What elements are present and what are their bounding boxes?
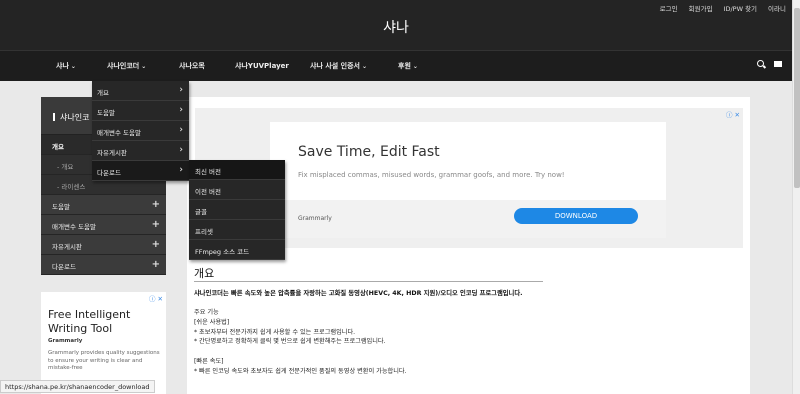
site-header: 로그인 회원가입 ID/PW 찾기 이라니 샤나	[0, 0, 792, 50]
chevron-right-icon: ›	[179, 105, 183, 115]
chevron-right-icon: ›	[179, 165, 183, 175]
ad-footer: Grammarly DOWNLOAD	[270, 200, 666, 238]
chevron-down-icon: ⌄	[361, 63, 367, 70]
text-line: 주요 기능	[194, 309, 219, 316]
sidebar-item-label: - 라이센스	[57, 183, 86, 191]
nav-label: 샤나인코더	[107, 62, 140, 70]
nav-item-shana-omok[interactable]: 샤나오목	[179, 61, 205, 71]
menu-item-download[interactable]: 다운로드 ›	[92, 161, 189, 181]
account-links: 로그인 회원가입 ID/PW 찾기 이라니	[649, 3, 786, 13]
menu-item-help[interactable]: 도움말 ›	[92, 101, 189, 121]
ad-title: Save Time, Edit Fast	[298, 144, 440, 160]
menu-item-latest-version[interactable]: 최신 버전	[189, 160, 285, 180]
sidebar-item-label: 다운로드	[52, 263, 76, 271]
menu-item-fonts[interactable]: 글꼴	[189, 200, 285, 220]
sidebar-item-label: 자유게시판	[52, 243, 82, 251]
chevron-right-icon: ›	[179, 145, 183, 155]
chevron-down-icon: ⌄	[412, 63, 418, 70]
menu-item-label: 도움말	[97, 109, 115, 117]
body-text: 주요 기능 [쉬운 사용법] * 초보자부터 전문가까지 쉽게 사용할 수 있는…	[194, 308, 407, 377]
menu-item-board[interactable]: 자유게시판 ›	[92, 141, 189, 161]
chevron-right-icon: ›	[179, 85, 183, 95]
page-title: 개요	[194, 267, 548, 282]
nav-label: 샤나YUVPlayer	[235, 62, 289, 70]
scrollbar-thumb[interactable]	[794, 8, 800, 188]
nav-label: 샤나	[56, 62, 69, 70]
text-line: * 초보자부터 전문가까지 쉽게 사용할 수 있는 프로그램입니다.	[194, 328, 356, 336]
nav-icons	[757, 60, 782, 69]
page-scrollbar[interactable]	[792, 0, 800, 394]
login-link[interactable]: 로그인	[660, 3, 678, 13]
sidebar-ad[interactable]: ⓘ ✕ Free Intelligent Writing Tool Gramma…	[41, 292, 166, 394]
ad-choices-icon[interactable]: ⓘ ✕	[726, 109, 740, 119]
menu-item-label: 다운로드	[97, 169, 121, 177]
text-line: * 간단명료하고 정확하게 클릭 몇 번으로 쉽게 변환해주는 프로그램입니다.	[194, 338, 386, 346]
sidebar-item-board[interactable]: 자유게시판 +	[41, 235, 166, 255]
extra-link[interactable]: 이라니	[768, 3, 786, 13]
menu-item-label: 매개변수 도움말	[97, 129, 141, 137]
chevron-down-icon: ⌄	[70, 63, 76, 70]
find-id-pw-link[interactable]: ID/PW 찾기	[724, 3, 758, 13]
plus-icon[interactable]: +	[152, 259, 160, 270]
ad-choices-icon[interactable]: ⓘ ✕	[149, 293, 163, 303]
nav-item-shana-encoder[interactable]: 샤나인코더 ⌄	[107, 61, 146, 71]
download-submenu: 최신 버전 이전 버전 글꼴 프리셋 FFmpeg 소스 코드	[189, 160, 285, 260]
plus-icon[interactable]: +	[152, 199, 160, 210]
ad-subtitle: Fix misplaced commas, misused words, gra…	[298, 171, 565, 179]
signup-link[interactable]: 회원가입	[689, 3, 713, 13]
nav-label: 샤나오목	[179, 62, 205, 70]
text-line: [빠른 속도]	[194, 357, 224, 365]
ad-title: Free Intelligent Writing Tool	[48, 308, 131, 335]
nav-item-certificate[interactable]: 샤나 사설 인증서 ⌄	[310, 61, 367, 71]
ad-brand: Grammarly	[48, 338, 83, 344]
menu-item-previous-version[interactable]: 이전 버전	[189, 180, 285, 200]
download-button[interactable]: DOWNLOAD	[514, 208, 638, 224]
site-logo[interactable]: 샤나	[0, 17, 792, 37]
nav-label: 후원	[398, 62, 411, 70]
plus-icon[interactable]: +	[152, 239, 160, 250]
menu-item-ffmpeg-source[interactable]: FFmpeg 소스 코드	[189, 240, 285, 260]
sidebar-item-label: 개요	[52, 143, 64, 151]
ad-brand: Grammarly	[298, 215, 332, 222]
text-line: * 빠른 인코딩 속도와 초보자도 쉽게 전문가적인 품질의 동영상 변환이 가…	[194, 367, 407, 375]
nav-label: 샤나 사설 인증서	[310, 62, 360, 70]
sidebar-item-params-help[interactable]: 매개변수 도움말 +	[41, 215, 166, 235]
sidebar-title-text: 샤나인코	[60, 113, 90, 122]
sidebar-item-label: 도움말	[52, 203, 70, 211]
sidebar-item-help[interactable]: 도움말 +	[41, 195, 166, 215]
sidebar-item-download[interactable]: 다운로드 +	[41, 255, 166, 275]
menu-item-overview[interactable]: 개요 ›	[92, 81, 189, 101]
ad-card[interactable]: Save Time, Edit Fast Fix misplaced comma…	[270, 122, 666, 238]
status-bar-url: https://shana.pe.kr/shanaencoder_downloa…	[0, 380, 155, 393]
sidebar-item-label: 매개변수 도움말	[52, 223, 96, 231]
chevron-right-icon: ›	[179, 125, 183, 135]
nav-item-yuvplayer[interactable]: 샤나YUVPlayer	[235, 61, 289, 71]
search-icon[interactable]	[757, 60, 766, 69]
nav-item-shana[interactable]: 샤나 ⌄	[56, 61, 76, 71]
text-line: [쉬운 사용법]	[194, 318, 230, 326]
encoder-dropdown: 개요 › 도움말 › 매개변수 도움말 › 자유게시판 › 다운로드 ›	[92, 81, 189, 181]
chevron-down-icon: ⌄	[141, 63, 147, 70]
intro-text: 샤나인코더는 빠른 속도와 높은 압축률을 자랑하는 고화질 동영상(HEVC,…	[194, 290, 523, 297]
menu-item-label: 개요	[97, 89, 109, 97]
nav-item-donate[interactable]: 후원 ⌄	[398, 61, 418, 71]
text-line	[194, 347, 407, 357]
menu-item-params-help[interactable]: 매개변수 도움말 ›	[92, 121, 189, 141]
menu-item-presets[interactable]: 프리셋	[189, 220, 285, 240]
sidebar-item-label: - 개요	[57, 163, 74, 171]
plus-icon[interactable]: +	[152, 219, 160, 230]
menu-icon[interactable]	[774, 60, 782, 68]
main-nav: 샤나 ⌄ 샤나인코더 ⌄ 샤나오목 샤나YUVPlayer 샤나 사설 인증서 ⌄ 후…	[0, 50, 792, 81]
menu-item-label: 자유게시판	[97, 149, 127, 157]
ad-text: Grammarly provides quality suggestions t…	[48, 350, 160, 371]
